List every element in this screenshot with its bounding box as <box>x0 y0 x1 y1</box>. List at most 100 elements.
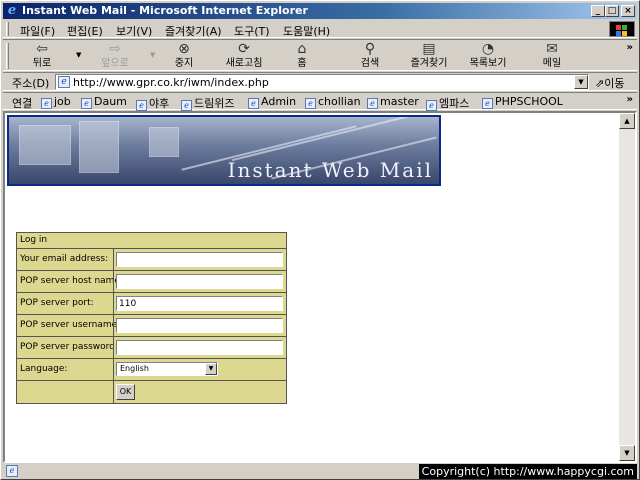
link-chollian[interactable]: e chollian <box>305 95 361 109</box>
refresh-button[interactable]: ⟳ 새로고침 <box>219 41 269 71</box>
address-bar: 주소(D) e http://www.gpr.co.kr/iwm/index.p… <box>3 72 637 91</box>
port-field[interactable] <box>116 296 283 311</box>
link-yahoo[interactable]: e 야후 <box>136 95 169 111</box>
link-master[interactable]: e master <box>367 95 419 109</box>
mail-button[interactable]: ✉ 메일 <box>535 41 569 71</box>
scroll-down-icon[interactable]: ▼ <box>619 445 635 461</box>
back-button[interactable]: ⇦ 뒤로 <box>25 41 59 71</box>
password-row: POP server password: <box>17 337 286 359</box>
password-label: POP server password: <box>20 342 118 352</box>
banner-title: Instant Web Mail <box>227 158 433 182</box>
go-button[interactable]: ⇗이동 <box>595 75 624 91</box>
search-button[interactable]: ⚲ 검색 <box>353 41 387 71</box>
stop-button[interactable]: ⊗ 중지 <box>166 41 202 71</box>
ie-link-icon: e <box>181 100 192 111</box>
browser-window: e Instant Web Mail - Microsoft Internet … <box>0 0 640 480</box>
language-select[interactable]: English ▼ <box>116 362 218 376</box>
host-row: POP server host name: <box>17 271 286 293</box>
header-banner: Instant Web Mail <box>7 115 441 186</box>
address-url[interactable]: http://www.gpr.co.kr/iwm/index.php <box>73 76 269 89</box>
page-icon: e <box>58 76 70 88</box>
banner-graphic <box>79 121 119 173</box>
password-field[interactable] <box>116 340 283 355</box>
language-row: Language: English ▼ <box>17 359 286 381</box>
chevron-down-icon: ▼ <box>76 51 82 59</box>
link-dreamwiz[interactable]: e 드림위즈 <box>181 95 234 111</box>
status-bar: e Copyright(c) http://www.happycgi.com <box>3 463 637 479</box>
ie-link-icon: e <box>136 100 147 111</box>
host-field[interactable] <box>116 274 283 289</box>
menu-tools[interactable]: 도구(T) <box>234 23 270 39</box>
home-icon: ⌂ <box>297 41 307 57</box>
maximize-button[interactable]: □ <box>605 5 619 17</box>
address-dropdown-icon[interactable]: ▼ <box>574 75 588 89</box>
chevron-down-icon: ▼ <box>150 51 156 59</box>
username-field[interactable] <box>116 318 283 333</box>
link-admin[interactable]: e Admin <box>248 95 296 109</box>
email-label: Your email address: <box>20 254 109 264</box>
language-label: Language: <box>20 364 68 374</box>
standard-toolbar: ⇦ 뒤로 ▼ ⇨ 앞으로 ▼ ⊗ 중지 ⟳ 새로고침 ⌂ 홈 ⚲ 검색 ▤ 즐겨… <box>3 39 637 71</box>
menu-favorites[interactable]: 즐겨찾기(A) <box>165 23 222 39</box>
forward-arrow-icon: ⇨ <box>109 41 121 57</box>
forward-button[interactable]: ⇨ 앞으로 <box>93 41 137 71</box>
menu-help[interactable]: 도움말(H) <box>283 23 330 39</box>
home-button[interactable]: ⌂ 홈 <box>287 41 317 71</box>
submit-row: OK <box>17 381 286 403</box>
login-form: Log in Your email address: POP server ho… <box>16 232 287 404</box>
link-phpschool[interactable]: e PHPSCHOOL <box>482 95 563 109</box>
refresh-icon: ⟳ <box>238 41 250 57</box>
links-more-chevron[interactable]: » <box>627 94 633 105</box>
menubar-grip[interactable] <box>6 22 9 36</box>
menu-view[interactable]: 보기(V) <box>116 23 152 39</box>
scroll-up-icon[interactable]: ▲ <box>619 113 635 129</box>
link-job[interactable]: e job <box>41 95 71 109</box>
email-row: Your email address: <box>17 249 286 271</box>
ie-link-icon: e <box>81 98 92 109</box>
host-label: POP server host name: <box>20 276 123 286</box>
address-input[interactable]: e http://www.gpr.co.kr/iwm/index.php ▼ <box>55 74 589 90</box>
windows-logo-icon <box>609 21 635 37</box>
back-dropdown[interactable]: ▼ <box>71 41 81 71</box>
port-row: POP server port: <box>17 293 286 315</box>
banner-graphic <box>149 127 179 157</box>
chevron-down-icon[interactable]: ▼ <box>205 363 217 375</box>
banner-streak <box>231 117 427 162</box>
close-button[interactable]: × <box>621 5 635 17</box>
ie-link-icon: e <box>482 98 493 109</box>
history-button[interactable]: ◔ 목록보기 <box>464 41 512 71</box>
ie-link-icon: e <box>305 98 316 109</box>
menu-bar: 파일(F) 편집(E) 보기(V) 즐겨찾기(A) 도구(T) 도움말(H) <box>3 20 637 38</box>
forward-dropdown[interactable]: ▼ <box>145 41 155 71</box>
toolbar-grip[interactable] <box>6 43 9 69</box>
stop-icon: ⊗ <box>178 41 190 57</box>
username-label: POP server username: <box>20 320 121 330</box>
title-bar: e Instant Web Mail - Microsoft Internet … <box>3 3 637 19</box>
window-title: Instant Web Mail - Microsoft Internet Ex… <box>22 4 308 17</box>
links-label: 연결 <box>12 97 33 110</box>
favorites-icon: ▤ <box>422 41 436 57</box>
ok-button[interactable]: OK <box>116 384 135 400</box>
ie-link-icon: e <box>426 100 437 111</box>
link-daum[interactable]: e Daum <box>81 95 127 109</box>
menu-edit[interactable]: 편집(E) <box>67 23 103 39</box>
favorites-button[interactable]: ▤ 즐겨찾기 <box>405 41 453 71</box>
menu-file[interactable]: 파일(F) <box>20 23 55 39</box>
email-field[interactable] <box>116 252 283 267</box>
page-viewport: Instant Web Mail Log in Your email addre… <box>3 111 637 463</box>
ie-link-icon: e <box>248 98 259 109</box>
ie-link-icon: e <box>367 98 378 109</box>
copyright-text: Copyright(c) http://www.happycgi.com <box>418 464 637 479</box>
minimize-button[interactable]: _ <box>591 5 605 17</box>
toolbar-more-chevron[interactable]: » <box>627 42 633 53</box>
page-status-icon: e <box>6 465 18 477</box>
go-arrow-icon: ⇗ <box>595 77 605 90</box>
link-empas[interactable]: e 엠파스 <box>426 95 469 111</box>
login-header: Log in <box>17 233 286 249</box>
search-icon: ⚲ <box>364 41 376 57</box>
port-label: POP server port: <box>20 298 94 308</box>
mail-icon: ✉ <box>546 41 558 57</box>
history-icon: ◔ <box>481 41 495 57</box>
ie-icon: e <box>7 3 17 18</box>
vertical-scrollbar[interactable]: ▲ ▼ <box>619 113 635 461</box>
